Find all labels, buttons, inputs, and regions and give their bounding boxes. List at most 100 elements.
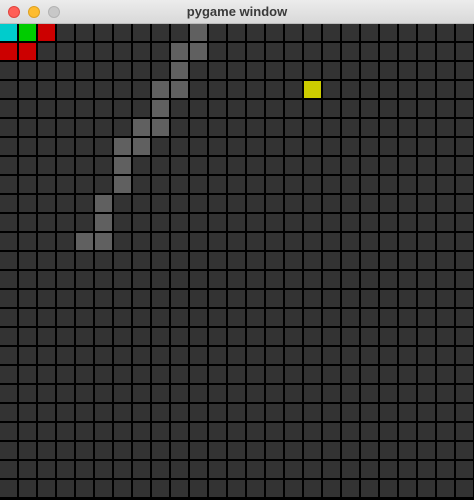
grid-cell — [247, 252, 264, 269]
grid-cell — [323, 404, 340, 421]
trail-cell — [114, 138, 131, 155]
grid-cell — [323, 366, 340, 383]
grid-cell — [266, 252, 283, 269]
grid-cell — [380, 233, 397, 250]
grid-cell — [57, 461, 74, 478]
grid-cell — [19, 328, 36, 345]
grid-cell — [247, 480, 264, 497]
grid-cell — [57, 442, 74, 459]
grid-cell — [456, 480, 473, 497]
grid-cell — [152, 347, 169, 364]
grid-cell — [38, 404, 55, 421]
grid-cell — [152, 461, 169, 478]
grid-cell — [285, 271, 302, 288]
grid-cell — [342, 347, 359, 364]
grid-cell — [323, 138, 340, 155]
grid-cell — [437, 176, 454, 193]
grid-cell — [133, 309, 150, 326]
grid-cell — [380, 62, 397, 79]
grid-cell — [76, 252, 93, 269]
grid-cell — [0, 176, 17, 193]
grid-cell — [456, 442, 473, 459]
grid-cell — [418, 24, 435, 41]
grid-cell — [152, 366, 169, 383]
grid-cell — [342, 423, 359, 440]
grid-cell — [418, 271, 435, 288]
grid-cell — [361, 423, 378, 440]
grid-cell — [0, 195, 17, 212]
grid-cell — [57, 100, 74, 117]
grid-cell — [95, 404, 112, 421]
grid-cell — [152, 423, 169, 440]
grid-cell — [95, 347, 112, 364]
grid-cell — [171, 138, 188, 155]
grid-cell — [0, 119, 17, 136]
grid-cell — [114, 461, 131, 478]
grid-cell — [456, 233, 473, 250]
grid-cell — [285, 442, 302, 459]
grid-cell — [266, 62, 283, 79]
grid-cell — [171, 119, 188, 136]
grid-cell — [380, 461, 397, 478]
grid-cell — [76, 461, 93, 478]
title-bar[interactable]: pygame window — [0, 0, 474, 24]
grid-cell — [133, 461, 150, 478]
grid-cell — [380, 138, 397, 155]
grid-cell — [76, 480, 93, 497]
grid-cell — [304, 252, 321, 269]
grid-cell — [152, 328, 169, 345]
grid-cell — [437, 423, 454, 440]
grid-cell — [76, 442, 93, 459]
grid-cell — [152, 252, 169, 269]
grid-cell — [247, 157, 264, 174]
grid-cell — [361, 480, 378, 497]
grid-cell — [418, 233, 435, 250]
grid-cell — [209, 176, 226, 193]
grid-cell — [361, 24, 378, 41]
food-cell — [304, 81, 321, 98]
grid-cell — [38, 366, 55, 383]
grid-cell — [342, 43, 359, 60]
grid-cell — [266, 366, 283, 383]
grid-cell — [38, 119, 55, 136]
grid-cell — [133, 252, 150, 269]
grid-cell — [38, 423, 55, 440]
grid-cell — [76, 100, 93, 117]
grid-cell — [437, 328, 454, 345]
grid-cell — [285, 138, 302, 155]
grid-cell — [399, 290, 416, 307]
grid-cell — [266, 138, 283, 155]
trail-cell — [95, 195, 112, 212]
grid-cell — [19, 423, 36, 440]
grid-cell — [38, 271, 55, 288]
grid-cell — [437, 195, 454, 212]
grid-cell — [361, 119, 378, 136]
grid-cell — [399, 100, 416, 117]
grid-cell — [19, 195, 36, 212]
grid-cell — [437, 233, 454, 250]
grid-cell — [285, 81, 302, 98]
grid-cell — [247, 62, 264, 79]
grid-cell — [209, 404, 226, 421]
grid-cell — [95, 24, 112, 41]
trail-cell — [133, 138, 150, 155]
grid-cell — [114, 328, 131, 345]
grid-cell — [380, 43, 397, 60]
grid-cell — [57, 252, 74, 269]
grid-cell — [247, 442, 264, 459]
snake-body-cell — [0, 43, 17, 60]
grid-cell — [190, 423, 207, 440]
grid-cell — [380, 366, 397, 383]
grid-cell — [437, 290, 454, 307]
game-board[interactable] — [0, 24, 474, 500]
grid-cell — [133, 43, 150, 60]
grid-cell — [133, 366, 150, 383]
grid-cell — [285, 366, 302, 383]
grid-cell — [418, 138, 435, 155]
grid-cell — [171, 214, 188, 231]
grid-cell — [209, 81, 226, 98]
grid-cell — [19, 62, 36, 79]
grid-cell — [247, 347, 264, 364]
grid-cell — [380, 24, 397, 41]
grid-cell — [399, 385, 416, 402]
